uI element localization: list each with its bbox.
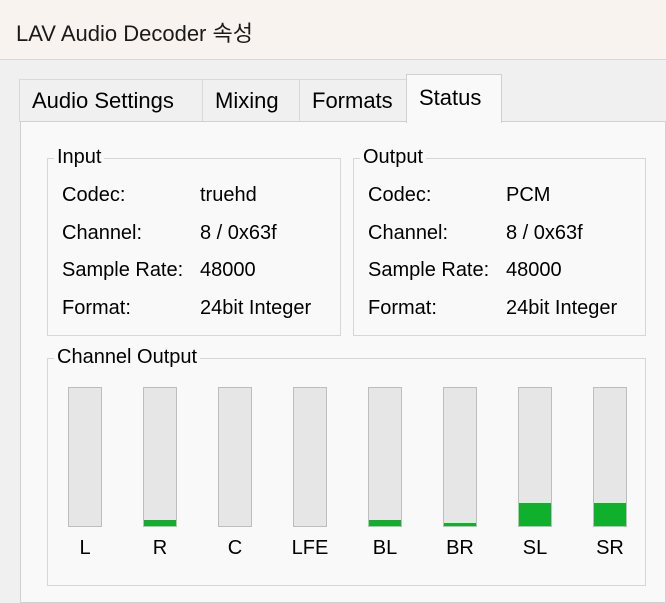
- tab-status[interactable]: Status: [406, 74, 502, 123]
- input-codec-value: truehd: [200, 184, 257, 206]
- output-format-value: 24bit Integer: [506, 297, 618, 319]
- channel-label-bl: BL: [372, 537, 398, 559]
- channel-meter-br: [443, 387, 477, 527]
- output-codec-label: Codec:: [368, 184, 432, 206]
- channel-meter-bl: [368, 387, 402, 527]
- input-format-label: Format:: [62, 297, 131, 319]
- status-panel: Input Codec: truehd Channel: 8 / 0x63f S…: [20, 121, 666, 603]
- channel-meter-c: [218, 387, 252, 527]
- channel-output-group: Channel Output L R C LFE BL BR SL SR: [47, 346, 646, 586]
- tab-audio-settings[interactable]: Audio Settings: [19, 79, 203, 122]
- channel-meter-sl: [518, 387, 552, 527]
- input-channel-value: 8 / 0x63f: [200, 222, 277, 244]
- channel-level-bl: [369, 520, 401, 526]
- channel-level-r: [144, 520, 176, 526]
- input-sample-rate-value: 48000: [200, 259, 256, 281]
- channel-label-sl: SL: [522, 537, 548, 559]
- input-format-value: 24bit Integer: [200, 297, 312, 319]
- channel-level-sr: [594, 503, 626, 526]
- window-title: LAV Audio Decoder 속성: [16, 21, 253, 46]
- input-sample-rate-label: Sample Rate:: [62, 259, 184, 281]
- channel-label-sr: SR: [596, 537, 624, 559]
- output-sample-rate-value: 48000: [506, 259, 562, 281]
- tab-formats[interactable]: Formats: [299, 79, 407, 122]
- tab-mixing[interactable]: Mixing: [202, 79, 300, 122]
- output-codec-value: PCM: [506, 184, 551, 206]
- channel-meter-lfe: [293, 387, 327, 527]
- channel-label-r: R: [152, 537, 168, 559]
- title-bar: LAV Audio Decoder 속성: [0, 0, 666, 60]
- output-group-title: Output: [360, 146, 427, 169]
- channel-label-l: L: [79, 537, 91, 559]
- input-channel-label: Channel:: [62, 222, 143, 244]
- channel-level-sl: [519, 503, 551, 526]
- channel-meter-sr: [593, 387, 627, 527]
- output-channel-label: Channel:: [368, 222, 449, 244]
- input-group-title: Input: [54, 146, 105, 169]
- dialog-content: Audio Settings Mixing Formats Status Inp…: [0, 60, 666, 603]
- channel-level-br: [444, 523, 476, 526]
- channel-meter-r: [143, 387, 177, 527]
- output-channel-value: 8 / 0x63f: [506, 222, 583, 244]
- output-sample-rate-label: Sample Rate:: [368, 259, 490, 281]
- output-format-label: Format:: [368, 297, 437, 319]
- channel-output-title: Channel Output: [54, 346, 201, 369]
- input-codec-label: Codec:: [62, 184, 126, 206]
- channel-label-c: C: [227, 537, 243, 559]
- channel-meter-l: [68, 387, 102, 527]
- channel-label-br: BR: [446, 537, 474, 559]
- channel-label-lfe: LFE: [291, 537, 329, 559]
- input-group: Input Codec: truehd Channel: 8 / 0x63f S…: [47, 146, 341, 336]
- output-group: Output Codec: PCM Channel: 8 / 0x63f Sam…: [353, 146, 646, 336]
